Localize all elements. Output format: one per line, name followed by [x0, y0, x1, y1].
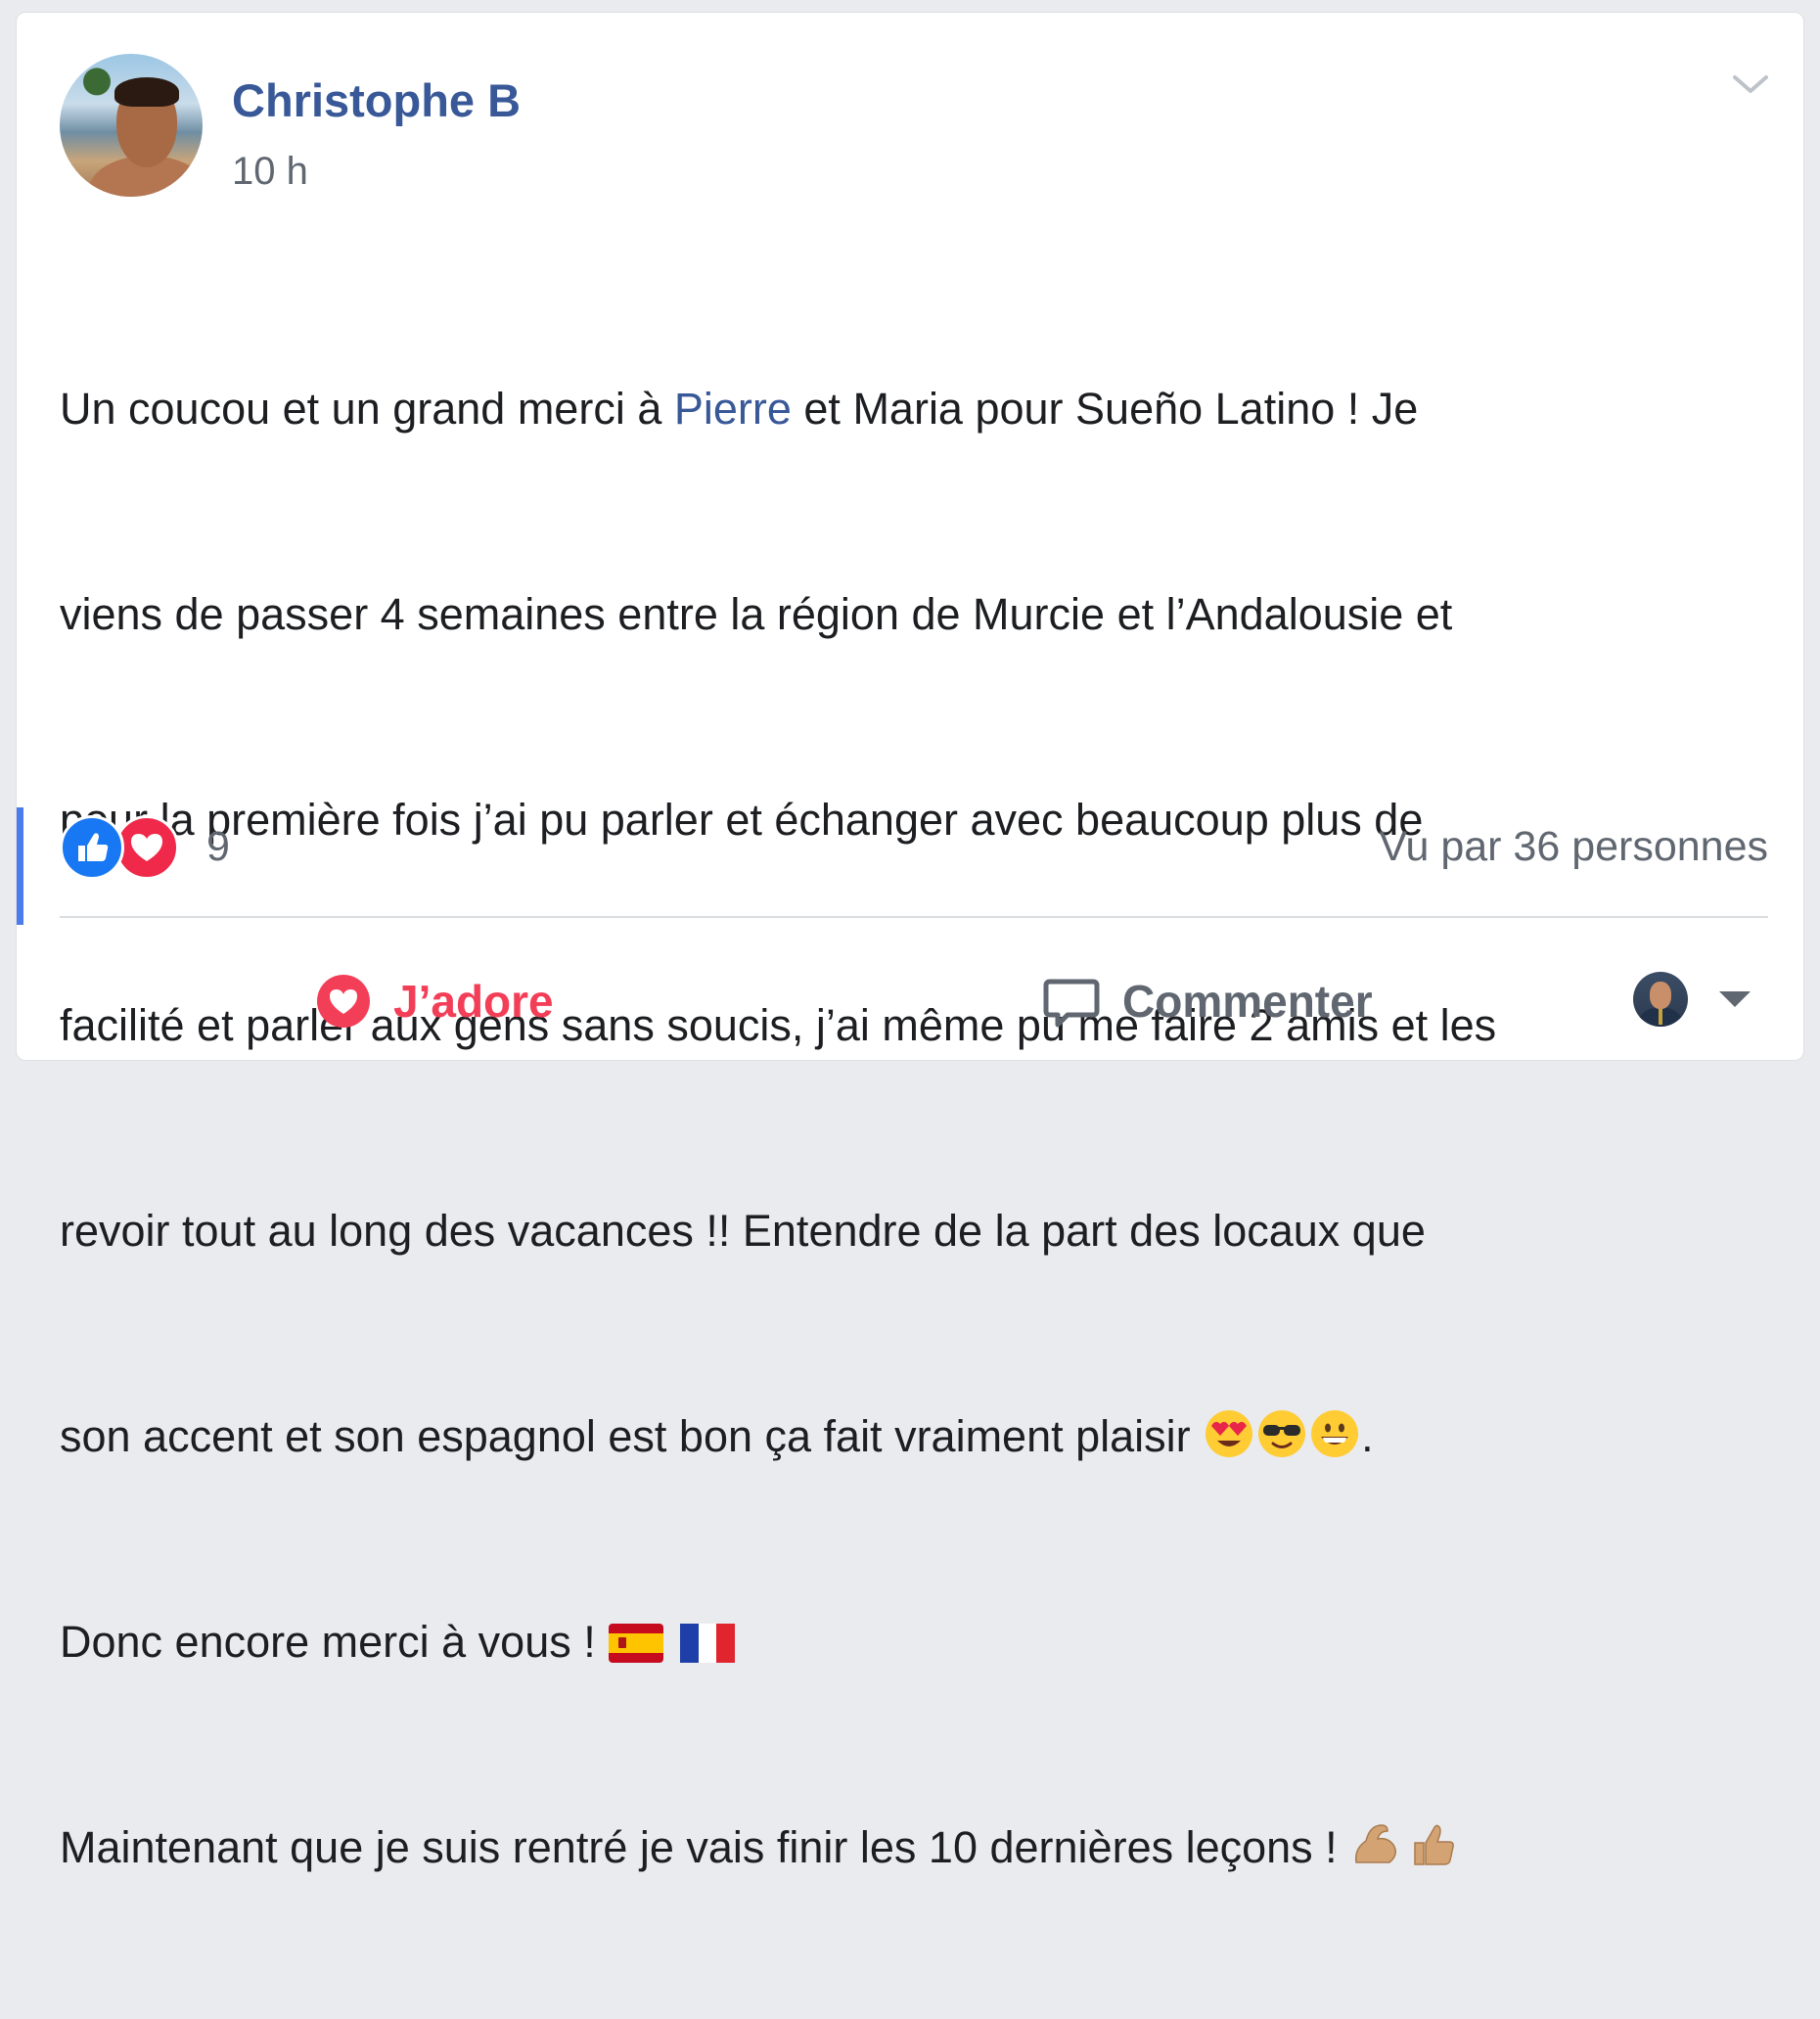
sunglasses-emoji	[1258, 1410, 1306, 1457]
post-text-segment: son accent et son espagnol est bon ça fa…	[60, 1411, 1204, 1461]
flexed-biceps-emoji	[1355, 1824, 1397, 1863]
avatar-hair	[114, 77, 179, 107]
mention-link[interactable]: Pierre	[674, 384, 792, 434]
post-text-segment: et Maria pour Sueño Latino ! Je	[791, 384, 1419, 434]
post-line-2: viens de passer 4 semaines entre la régi…	[60, 589, 1453, 639]
author-avatar[interactable]	[60, 54, 203, 197]
post-text-segment: Un coucou et un grand merci à	[60, 384, 674, 434]
post-text-segment: .	[1361, 1411, 1374, 1461]
page-profile-avatar[interactable]	[1633, 972, 1688, 1027]
post-line-5: revoir tout au long des vacances !! Ente…	[60, 1206, 1426, 1256]
spain-flag-emoji	[609, 1624, 664, 1663]
comment-button-label: Commenter	[1122, 976, 1373, 1027]
post-message: Un coucou et un grand merci à Pierre et …	[60, 238, 1801, 2019]
post-line-7: Donc encore merci à vous !	[60, 1608, 1801, 1676]
france-flag-emoji	[680, 1624, 736, 1663]
grinning-emoji	[1311, 1410, 1359, 1457]
page-avatar-tie	[1659, 1007, 1662, 1025]
comment-button[interactable]: Commenter	[1042, 962, 1373, 1040]
post-text-segment: Donc encore merci à vous !	[60, 1617, 609, 1667]
caret-down-icon[interactable]	[1719, 991, 1751, 1007]
post-line-1: Un coucou et un grand merci à Pierre et …	[60, 375, 1801, 443]
divider	[60, 916, 1768, 918]
heart-eyes-emoji	[1206, 1410, 1253, 1457]
seen-by-count[interactable]: Vu par 36 personnes	[1379, 823, 1768, 871]
heart-icon	[315, 973, 372, 1030]
chevron-down-icon[interactable]	[1729, 69, 1772, 99]
page-avatar-face	[1650, 982, 1671, 1009]
left-accent-bar	[17, 807, 23, 925]
reaction-count[interactable]: 9	[206, 823, 230, 871]
post-line-8: Maintenant que je suis rentré je vais fi…	[60, 1813, 1801, 1882]
post-card: Christophe B 10 h Un coucou et un grand …	[16, 12, 1804, 1872]
author-name[interactable]: Christophe B	[232, 73, 521, 127]
love-button-label: J’adore	[393, 976, 554, 1027]
thumbs-up-emoji	[1414, 1824, 1455, 1865]
love-button[interactable]: J’adore	[315, 962, 554, 1040]
avatar-palm-tree	[77, 64, 116, 109]
post-text-segment: Maintenant que je suis rentré je vais fi…	[60, 1822, 1350, 1872]
post-line-6: son accent et son espagnol est bon ça fa…	[60, 1402, 1801, 1471]
post-timestamp[interactable]: 10 h	[232, 150, 308, 194]
like-reaction-icon	[60, 815, 124, 880]
comment-bubble-icon	[1042, 972, 1101, 1031]
